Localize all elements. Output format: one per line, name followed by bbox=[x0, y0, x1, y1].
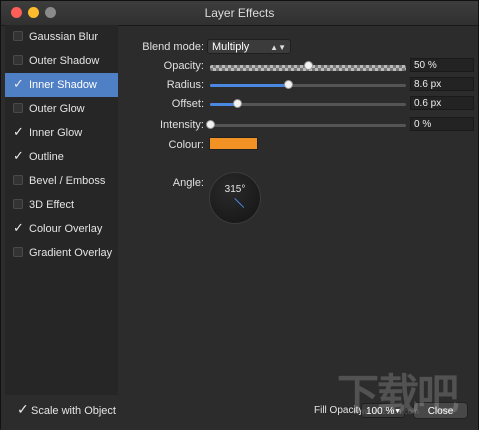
effect-item-3d-effect[interactable]: 3D Effect bbox=[5, 193, 118, 217]
effect-item-gaussian-blur[interactable]: Gaussian Blur bbox=[5, 25, 118, 49]
effect-item-colour-overlay[interactable]: Colour Overlay bbox=[5, 216, 118, 241]
radius-slider-knob[interactable] bbox=[284, 80, 294, 89]
updown-arrows-icon: ▲▼ bbox=[270, 43, 286, 52]
window-title: Layer Effects bbox=[204, 6, 275, 20]
layer-effects-dialog: Layer Effects Gaussian Blur Outer Shadow… bbox=[0, 0, 479, 430]
opacity-value-field[interactable]: 50 % bbox=[410, 58, 474, 72]
effect-checkbox[interactable] bbox=[13, 103, 23, 113]
effect-label: Outer Shadow bbox=[29, 55, 100, 67]
opacity-label: Opacity: bbox=[163, 60, 204, 72]
effect-checkbox[interactable] bbox=[13, 72, 24, 96]
effect-item-outer-shadow[interactable]: Outer Shadow bbox=[5, 49, 118, 73]
effect-checkbox[interactable] bbox=[13, 55, 23, 65]
effects-list: Gaussian Blur Outer Shadow Inner Shadow … bbox=[5, 25, 118, 395]
blend-mode-value: Multiply bbox=[212, 41, 250, 53]
effect-label: Bevel / Emboss bbox=[29, 175, 106, 187]
effect-item-inner-glow[interactable]: Inner Glow bbox=[5, 120, 118, 145]
effect-checkbox[interactable] bbox=[13, 31, 23, 41]
offset-label: Offset: bbox=[171, 98, 204, 110]
effect-checkbox[interactable] bbox=[13, 144, 24, 168]
effect-label: Outline bbox=[29, 151, 64, 163]
scale-with-object-checkbox[interactable]: ✓ bbox=[17, 401, 29, 418]
effect-label: Gradient Overlay bbox=[29, 247, 113, 259]
opacity-slider-knob[interactable] bbox=[304, 61, 313, 70]
effect-checkbox[interactable] bbox=[13, 216, 24, 240]
angle-dial[interactable]: 315° bbox=[209, 172, 261, 224]
effect-label: Inner Shadow bbox=[29, 79, 97, 91]
effect-settings-panel: Blend mode: Multiply ▲▼ Opacity: 50 % Ra… bbox=[118, 25, 478, 395]
offset-slider[interactable] bbox=[210, 99, 406, 108]
blend-mode-label: Blend mode: bbox=[142, 41, 204, 53]
angle-label: Angle: bbox=[172, 177, 204, 189]
radius-slider[interactable] bbox=[210, 80, 406, 89]
effect-checkbox[interactable] bbox=[13, 120, 24, 144]
offset-slider-knob[interactable] bbox=[233, 99, 243, 108]
blend-mode-select[interactable]: Multiply ▲▼ bbox=[207, 39, 291, 54]
watermark-url: www.xiazaiba.com bbox=[353, 407, 419, 416]
angle-value: 315° bbox=[224, 184, 246, 195]
effect-label: Outer Glow bbox=[29, 103, 85, 115]
title-bar: Layer Effects bbox=[1, 1, 478, 26]
opacity-slider[interactable] bbox=[210, 61, 406, 71]
effect-checkbox[interactable] bbox=[13, 175, 23, 185]
offset-value-field[interactable]: 0.6 px bbox=[410, 96, 474, 110]
radius-value-field[interactable]: 8.6 px bbox=[410, 77, 474, 91]
intensity-label: Intensity: bbox=[159, 119, 204, 131]
colour-label: Colour: bbox=[168, 139, 204, 151]
effect-checkbox[interactable] bbox=[13, 199, 23, 209]
effect-item-inner-shadow[interactable]: Inner Shadow bbox=[5, 72, 118, 97]
colour-swatch[interactable] bbox=[209, 137, 258, 150]
effect-label: Gaussian Blur bbox=[29, 31, 99, 43]
angle-needle bbox=[234, 198, 245, 208]
effect-label: Inner Glow bbox=[29, 127, 83, 139]
radius-slider-fill bbox=[210, 84, 289, 87]
intensity-slider-knob[interactable] bbox=[206, 120, 215, 129]
effect-item-gradient-overlay[interactable]: Gradient Overlay bbox=[5, 241, 118, 265]
effect-label: Colour Overlay bbox=[29, 223, 103, 235]
scale-with-object-label: Scale with Object bbox=[31, 405, 116, 417]
effect-item-outline[interactable]: Outline bbox=[5, 144, 118, 169]
intensity-slider[interactable] bbox=[206, 120, 406, 129]
effect-item-bevel-emboss[interactable]: Bevel / Emboss bbox=[5, 169, 118, 193]
effect-checkbox[interactable] bbox=[13, 247, 23, 257]
intensity-value-field[interactable]: 0 % bbox=[410, 117, 474, 131]
effect-item-outer-glow[interactable]: Outer Glow bbox=[5, 97, 118, 121]
effect-label: 3D Effect bbox=[29, 199, 75, 211]
radius-label: Radius: bbox=[166, 79, 204, 91]
